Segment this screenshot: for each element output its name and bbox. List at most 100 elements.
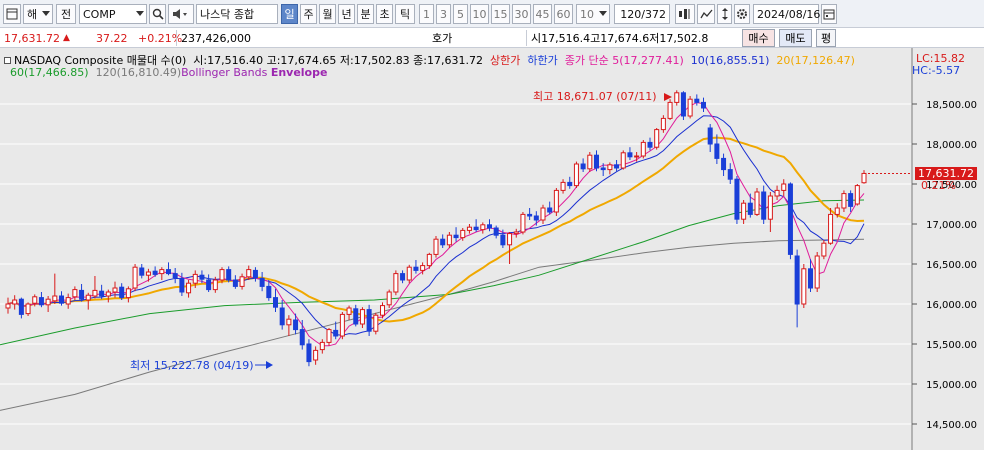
interval-select[interactable]: 10: [576, 4, 610, 24]
candle: [252, 267, 258, 282]
price-chart[interactable]: 18,500.00 18,000.00 17,500.00 17,000.00 16,5…: [0, 48, 984, 450]
candle: [125, 286, 131, 303]
candle: [119, 283, 125, 300]
price-axis: 18,500.0018,000.0017,500.0017,000.0016,5…: [912, 100, 977, 431]
candle-body: [299, 329, 305, 346]
chevron-down-icon: [42, 11, 50, 16]
candle: [754, 188, 760, 216]
candle-body: [65, 297, 71, 305]
candle: [607, 162, 613, 175]
period-tab-second[interactable]: 초: [376, 4, 393, 24]
period-tab-day[interactable]: 일: [281, 4, 298, 24]
candle-body: [700, 101, 707, 109]
settings-button[interactable]: [734, 4, 750, 24]
chevron-down-icon: [136, 11, 144, 16]
jeon-button[interactable]: 전: [56, 4, 76, 24]
candle-body: [807, 268, 814, 289]
candle: [132, 264, 138, 292]
sound-button[interactable]: [168, 4, 194, 24]
candle: [540, 204, 546, 224]
candle-body: [654, 129, 660, 148]
interval-10[interactable]: 10: [470, 4, 489, 24]
interval-60[interactable]: 60: [554, 4, 573, 24]
candle: [580, 158, 586, 172]
draw-button[interactable]: [697, 4, 715, 24]
current-pct-tag: 0.21%: [921, 179, 956, 192]
interval-45[interactable]: 45: [533, 4, 552, 24]
candle-body: [219, 269, 225, 281]
candle-body: [741, 202, 747, 220]
candle-body: [333, 329, 339, 337]
eval-button[interactable]: 평: [816, 29, 836, 47]
search-icon: [152, 8, 164, 20]
candle-body: [694, 98, 700, 103]
candle: [353, 304, 359, 327]
period-tab-tick[interactable]: 틱: [395, 4, 415, 24]
interval-3[interactable]: 3: [436, 4, 451, 24]
candle: [801, 264, 807, 308]
candle-body: [252, 269, 258, 279]
chart-menu-icon[interactable]: [3, 4, 21, 24]
candlestick-chart-svg[interactable]: 18,500.0018,000.0017,500.0017,000.0016,5…: [0, 48, 984, 450]
interval-5[interactable]: 5: [453, 4, 468, 24]
interval-1[interactable]: 1: [419, 4, 434, 24]
candle: [486, 219, 493, 232]
period-tab-year[interactable]: 년: [338, 4, 355, 24]
period-tab-week[interactable]: 주: [300, 4, 317, 24]
sell-button[interactable]: 매도: [779, 29, 812, 47]
candle-body: [580, 163, 586, 170]
period-tab-minute[interactable]: 분: [357, 4, 374, 24]
period-tab-month[interactable]: 월: [319, 4, 336, 24]
candle-body: [366, 309, 372, 332]
speaker-icon: [173, 9, 187, 19]
candle-body: [79, 289, 85, 300]
candle-body: [38, 297, 44, 306]
candle-body: [801, 268, 807, 305]
chart-annotations: [255, 93, 912, 369]
zoom-button[interactable]: [717, 4, 732, 24]
candle-body: [400, 273, 406, 281]
index-name-field[interactable]: 나스닥 종합: [196, 4, 278, 24]
date-field[interactable]: 2024/08/16: [753, 4, 820, 24]
candle: [841, 190, 847, 212]
candle: [79, 284, 85, 302]
candle: [527, 208, 533, 220]
candle-body: [5, 303, 11, 309]
candle: [513, 228, 519, 238]
high-arrow-icon: [664, 93, 672, 101]
market-select[interactable]: 해: [23, 4, 53, 24]
candle-body: [105, 291, 111, 297]
candle-body: [206, 279, 212, 291]
candle: [38, 292, 44, 308]
candle: [593, 150, 600, 172]
search-button[interactable]: [149, 4, 166, 24]
candle: [814, 252, 820, 292]
calendar-icon: [823, 9, 835, 20]
candle: [654, 128, 660, 150]
candle: [473, 219, 479, 232]
candle: [647, 137, 653, 151]
candle: [433, 236, 439, 258]
interval-15[interactable]: 15: [491, 4, 510, 24]
candle-body: [125, 288, 131, 299]
candle-body: [359, 309, 365, 325]
buy-button[interactable]: 매수: [742, 29, 775, 47]
crosshair-button[interactable]: [675, 4, 695, 24]
candle: [65, 293, 71, 309]
candle-body: [507, 233, 513, 246]
candle-body: [593, 154, 600, 169]
count-display[interactable]: 120/372: [614, 4, 670, 24]
candle: [105, 289, 111, 303]
candle: [774, 185, 780, 200]
interval-30[interactable]: 30: [512, 4, 531, 24]
symbol-input[interactable]: COMP: [79, 4, 147, 24]
candle-body: [393, 273, 399, 293]
calendar-button[interactable]: [821, 4, 837, 24]
legend-toggle-icon[interactable]: [4, 57, 11, 64]
candle-body: [527, 213, 533, 217]
candle-body: [373, 314, 379, 332]
hc-value: HC:-5.57: [912, 64, 961, 77]
candle: [700, 97, 707, 112]
candle-body: [821, 242, 827, 257]
candle-body: [540, 207, 546, 221]
